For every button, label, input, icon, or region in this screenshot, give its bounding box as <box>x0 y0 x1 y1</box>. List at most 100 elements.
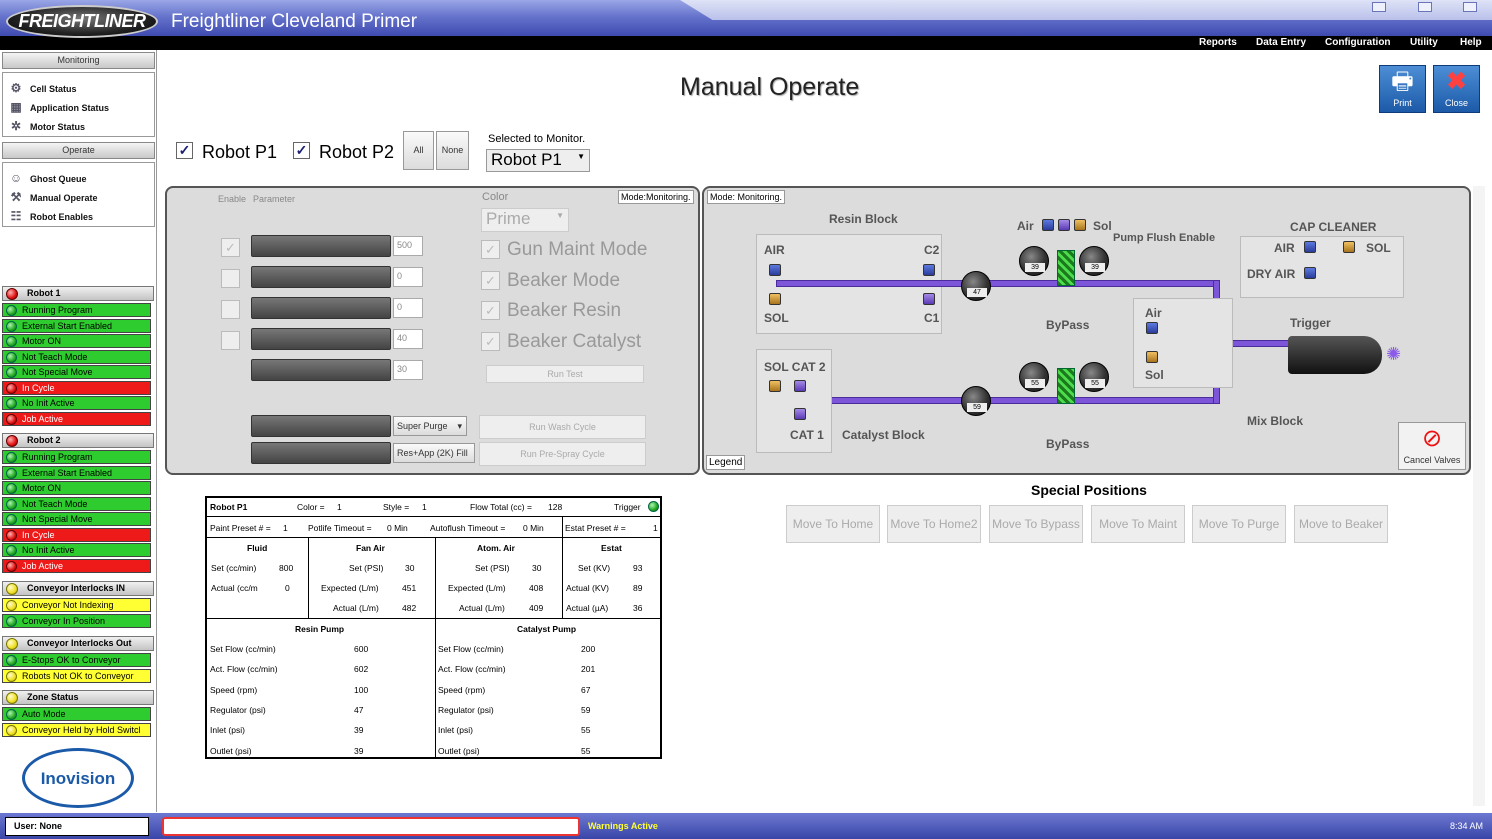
pump-flush-valve[interactable] <box>1058 219 1070 231</box>
color-select[interactable]: Prime ▼ <box>481 208 569 232</box>
nav-manual-operate[interactable]: ⚒ Manual Operate <box>3 188 154 207</box>
resin-c1-valve[interactable] <box>923 293 935 305</box>
nav-ghost-queue[interactable]: ☺ Ghost Queue <box>3 169 154 188</box>
move-to-home-button[interactable]: Move To Home <box>786 505 880 543</box>
move-to-maint-button[interactable]: Move To Maint <box>1091 505 1185 543</box>
parameter-value-4[interactable]: 40 <box>393 329 423 349</box>
parameter-button-2[interactable] <box>251 266 391 288</box>
resin-air-valve[interactable] <box>769 264 781 276</box>
all-button[interactable]: All <box>403 131 434 170</box>
resin-pump-row-value: 602 <box>354 664 369 675</box>
purge-select[interactable]: Super Purge ▾ <box>393 416 467 436</box>
resin-c2-valve[interactable] <box>923 264 935 276</box>
catalyst-pump-row-label: Act. Flow (cc/min) <box>438 664 506 675</box>
monitoring-header[interactable]: Monitoring <box>2 52 155 69</box>
close-button[interactable]: ✖ Close <box>1433 65 1480 113</box>
gauge-value: 55 <box>1085 379 1105 388</box>
menu-help[interactable]: Help <box>1460 37 1482 48</box>
nav-robot-enables[interactable]: ☷ Robot Enables <box>3 207 154 226</box>
robot-p2-checkbox[interactable]: ✓ <box>293 142 310 159</box>
enable-checkbox-2[interactable] <box>221 269 240 288</box>
parameter-value-5[interactable]: 30 <box>393 360 423 380</box>
parameter-value-2[interactable]: 0 <box>393 267 423 287</box>
robot-info-table: Robot P1 Color = 1 Style = 1 Flow Total … <box>205 496 662 759</box>
pump-sol-valve[interactable] <box>1074 219 1086 231</box>
scrollbar[interactable] <box>1473 186 1485 806</box>
parameter-value-3[interactable]: 0 <box>393 298 423 318</box>
menu-utility[interactable]: Utility <box>1410 37 1438 48</box>
nav-application-status[interactable]: ▦ Application Status <box>3 98 154 117</box>
gun-maint-checkbox[interactable]: ✓ <box>481 240 500 259</box>
beaker-catalyst-checkbox[interactable]: ✓ <box>481 332 500 351</box>
move-to-home2-button[interactable]: Move To Home2 <box>887 505 981 543</box>
run-prespray-button[interactable]: Run Pre-Spray Cycle <box>479 442 646 466</box>
fan-actual-value: 482 <box>402 603 417 613</box>
operate-header[interactable]: Operate <box>2 142 155 159</box>
catalyst-sol-valve[interactable] <box>769 380 781 392</box>
maximize-button[interactable] <box>1418 2 1432 12</box>
printer-icon: 🖶 <box>1391 68 1414 95</box>
pump-air-valve[interactable] <box>1042 219 1054 231</box>
enable-checkbox-3[interactable] <box>221 300 240 319</box>
resin-air-label: AIR <box>764 243 785 257</box>
robot-p1-checkbox[interactable]: ✓ <box>176 142 193 159</box>
purge-button[interactable] <box>251 415 391 437</box>
print-label: Print <box>1393 98 1412 108</box>
warnings-label: Warnings Active <box>588 821 658 831</box>
prespray-button[interactable] <box>251 442 391 464</box>
run-test-button[interactable]: Run Test <box>486 365 644 383</box>
parameter-value-1[interactable]: 500 <box>393 236 423 256</box>
minimize-button[interactable] <box>1372 2 1386 12</box>
parameter-button-4[interactable] <box>251 328 391 350</box>
resin-c1-label: C1 <box>924 311 940 325</box>
nav-motor-status[interactable]: ✲ Motor Status <box>3 117 154 136</box>
parameter-button-5[interactable] <box>251 359 391 381</box>
cap-air-valve[interactable] <box>1304 241 1316 253</box>
info-style-label: Style = <box>383 502 410 512</box>
status-item: Auto Mode <box>2 707 151 721</box>
status-item-label: Conveyor Not Indexing <box>22 600 114 610</box>
monitoring-nav: ⚙ Cell Status ▦ Application Status ✲ Motor … <box>2 72 155 137</box>
catalyst-regulator-gauge: 59 <box>961 386 991 416</box>
menu-reports[interactable]: Reports <box>1199 37 1237 48</box>
print-button[interactable]: 🖶 Print <box>1379 65 1426 113</box>
nav-cell-status[interactable]: ⚙ Cell Status <box>3 79 154 98</box>
enable-checkbox-4[interactable] <box>221 331 240 350</box>
move-to-beaker-button[interactable]: Move to Beaker <box>1294 505 1388 543</box>
manual-operate-icon: ⚒ <box>10 190 22 204</box>
menu-configuration[interactable]: Configuration <box>1325 37 1391 48</box>
none-button[interactable]: None <box>436 131 469 170</box>
legend-button[interactable]: Legend <box>706 455 746 470</box>
move-to-bypass-button[interactable]: Move To Bypass <box>989 505 1083 543</box>
beaker-mode-checkbox[interactable]: ✓ <box>481 271 500 290</box>
run-wash-cycle-button[interactable]: Run Wash Cycle <box>479 415 646 439</box>
move-to-purge-button[interactable]: Move To Purge <box>1192 505 1286 543</box>
mix-sol-valve[interactable] <box>1146 351 1158 363</box>
beaker-resin-checkbox[interactable]: ✓ <box>481 301 500 320</box>
dry-air-valve[interactable] <box>1304 267 1316 279</box>
status-item: External Start Enabled <box>2 318 151 333</box>
title-bar-wave <box>680 0 1492 20</box>
info-paint-preset-value: 1 <box>283 523 288 533</box>
info-potlife-label: Potlife Timeout = <box>308 523 372 533</box>
cancel-valves-button[interactable]: ⊘ Cancel Valves <box>1398 422 1466 470</box>
status-item: In Cycle <box>2 527 151 542</box>
resin-sol-valve[interactable] <box>769 293 781 305</box>
parameter-button-3[interactable] <box>251 297 391 319</box>
info-autoflush-label: Autoflush Timeout = <box>430 523 506 533</box>
prespray-select[interactable]: Res+App (2K) Fill <box>393 443 475 463</box>
enable-checkbox-1[interactable]: ✓ <box>221 238 240 257</box>
cap-sol-valve[interactable] <box>1343 241 1355 253</box>
monitor-select[interactable]: Robot P1 ▼ <box>486 149 590 172</box>
catalyst-cat1-valve[interactable] <box>794 408 806 420</box>
window-close-button[interactable] <box>1463 2 1477 12</box>
mix-air-label: Air <box>1145 306 1162 320</box>
info-flow-label: Flow Total (cc) = <box>470 502 532 512</box>
catalyst-cat2-valve[interactable] <box>794 380 806 392</box>
menu-data-entry[interactable]: Data Entry <box>1256 37 1306 48</box>
mix-air-valve[interactable] <box>1146 322 1158 334</box>
pump-sol-label: Sol <box>1093 219 1112 233</box>
status-group-header: Conveyor Interlocks IN <box>2 581 154 596</box>
catalyst-pump-row-label: Outlet (psi) <box>438 745 480 756</box>
parameter-button-1[interactable] <box>251 235 391 257</box>
